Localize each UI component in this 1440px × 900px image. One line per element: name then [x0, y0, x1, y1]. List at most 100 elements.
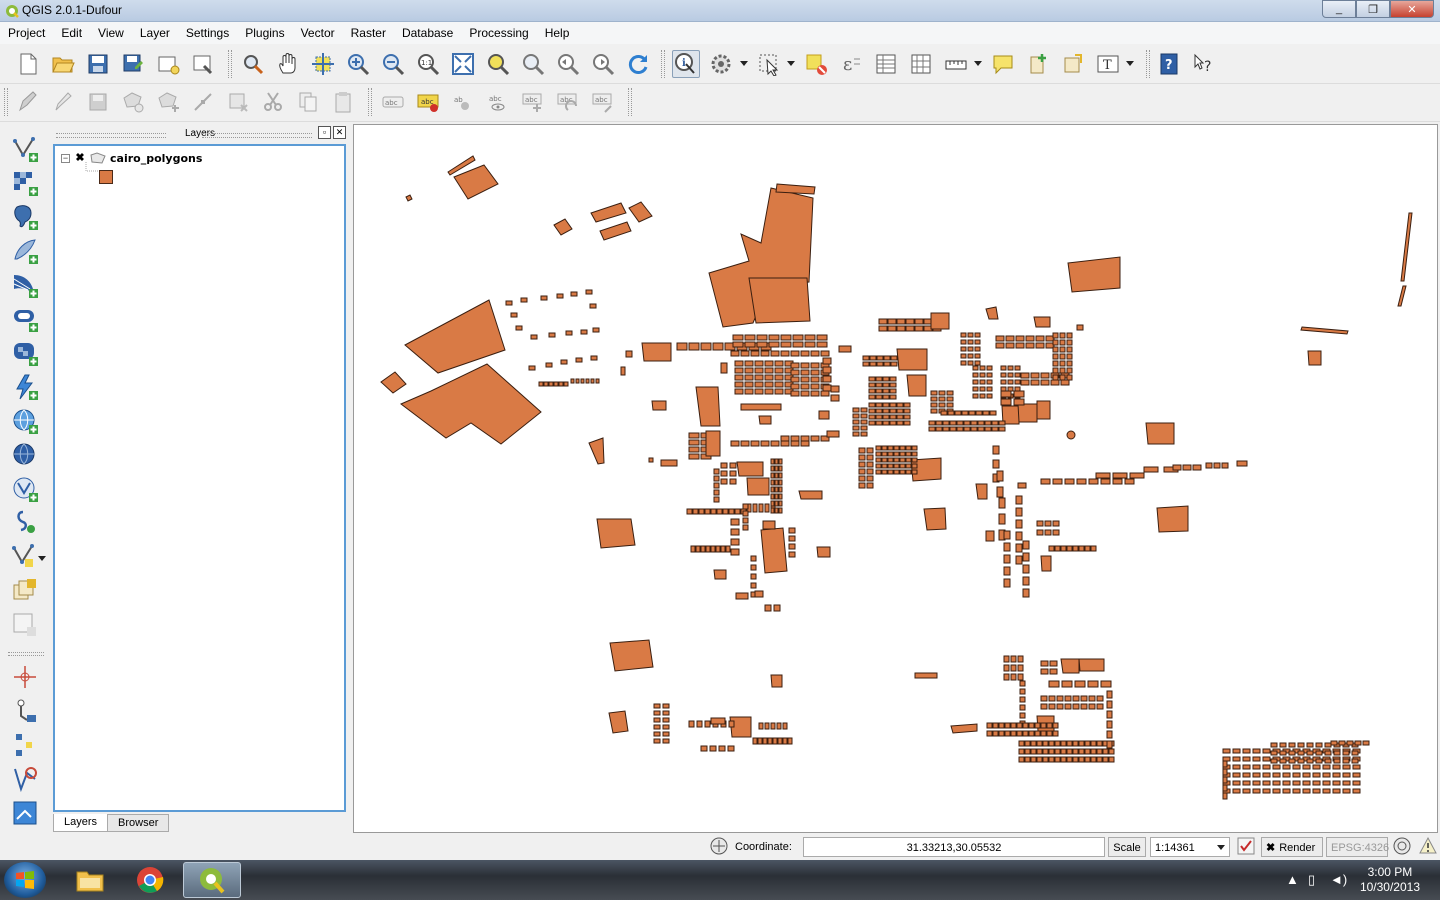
close-button[interactable]: ✕	[1390, 0, 1434, 18]
map-tips-icon[interactable]	[989, 50, 1017, 78]
system-clock[interactable]: 3:00 PM 10/30/2013	[1360, 865, 1420, 895]
zoom-in-icon[interactable]	[344, 50, 372, 78]
show-hide-labels-icon[interactable]: abc	[484, 88, 512, 116]
touch-zoom-icon[interactable]	[239, 50, 267, 78]
taskbar-qgis[interactable]	[183, 862, 241, 898]
warning-icon[interactable]	[1418, 836, 1440, 856]
add-virtual-layer-icon[interactable]	[10, 338, 40, 368]
add-raster-layer-icon[interactable]	[10, 168, 40, 198]
menu-edit[interactable]: Edit	[53, 22, 90, 44]
menu-view[interactable]: View	[90, 22, 132, 44]
new-print-composer-icon[interactable]	[154, 50, 182, 78]
select-dropdown-arrow-icon[interactable]	[787, 61, 795, 66]
tab-layers[interactable]: Layers	[53, 814, 109, 832]
layer-row[interactable]: − ✖ cairo_polygons	[61, 150, 202, 166]
label-settings-icon[interactable]: abc	[379, 88, 407, 116]
pan-to-selection-icon[interactable]	[309, 50, 337, 78]
cut-features-icon[interactable]	[259, 88, 287, 116]
zoom-to-layer-icon[interactable]	[519, 50, 547, 78]
change-label-icon[interactable]: abc	[589, 88, 617, 116]
add-mssql-layer-icon[interactable]	[10, 270, 40, 300]
zoom-to-selection-icon[interactable]	[484, 50, 512, 78]
pin-labels-icon[interactable]: ab	[449, 88, 477, 116]
spatial-query-icon[interactable]	[10, 798, 40, 828]
new-shapefile-layer-icon[interactable]	[10, 542, 40, 572]
current-edits-icon[interactable]	[14, 88, 42, 116]
menu-raster[interactable]: Raster	[343, 22, 394, 44]
measure-dropdown-arrow-icon[interactable]	[974, 61, 982, 66]
add-feature-icon[interactable]	[119, 88, 147, 116]
layer-tree[interactable]: − ✖ cairo_polygons	[53, 144, 346, 812]
georeferencer-icon[interactable]	[10, 662, 40, 692]
zoom-last-icon[interactable]	[554, 50, 582, 78]
node-tool-icon[interactable]	[189, 88, 217, 116]
zoom-full-icon[interactable]	[449, 50, 477, 78]
move-label-icon[interactable]: abc	[519, 88, 547, 116]
render-checkbox[interactable]: ✖ Render	[1261, 837, 1323, 857]
field-calculator-icon[interactable]: ε	[837, 50, 865, 78]
menu-settings[interactable]: Settings	[178, 22, 237, 44]
annotation-dropdown-arrow-icon[interactable]	[1126, 61, 1134, 66]
statistics-icon[interactable]	[907, 50, 935, 78]
map-features[interactable]	[354, 125, 1438, 833]
add-wms-tiles-icon[interactable]	[10, 576, 40, 606]
float-panel-button[interactable]: ▫	[318, 126, 331, 139]
whats-this-icon[interactable]: ?	[1190, 50, 1218, 78]
close-panel-button[interactable]: ✕	[333, 126, 346, 139]
attribute-table-icon[interactable]	[872, 50, 900, 78]
new-bookmark-icon[interactable]	[1024, 50, 1052, 78]
zoom-native-icon[interactable]: 1:1	[414, 50, 442, 78]
crs-globe-icon[interactable]	[1392, 836, 1414, 856]
new-project-icon[interactable]	[14, 50, 42, 78]
scale-dropdown-arrow-icon[interactable]	[1217, 845, 1225, 850]
save-project-icon[interactable]	[84, 50, 112, 78]
run-feature-action-icon[interactable]	[707, 50, 735, 78]
paste-features-icon[interactable]	[329, 88, 357, 116]
layer-labeling-icon[interactable]: abc	[414, 88, 442, 116]
collapse-toggle[interactable]: −	[61, 153, 70, 163]
save-as-icon[interactable]	[119, 50, 147, 78]
road-graph-icon[interactable]	[10, 764, 40, 794]
copy-features-icon[interactable]	[294, 88, 322, 116]
delete-selected-icon[interactable]	[224, 88, 252, 116]
stop-render-icon[interactable]	[1236, 836, 1258, 856]
new-layer-dropdown-arrow-icon[interactable]	[38, 556, 46, 561]
menu-vector[interactable]: Vector	[293, 22, 343, 44]
add-delimited-text-layer-icon[interactable]	[10, 474, 40, 504]
add-vector-layer-icon[interactable]	[10, 134, 40, 164]
add-oracle-layer-icon[interactable]	[10, 304, 40, 334]
composer-manager-icon[interactable]	[189, 50, 217, 78]
select-features-icon[interactable]	[755, 50, 783, 78]
layer-name-label[interactable]: cairo_polygons	[110, 152, 202, 165]
save-edits-icon[interactable]	[84, 88, 112, 116]
toggle-editing-icon[interactable]	[49, 88, 77, 116]
menu-processing[interactable]: Processing	[461, 22, 536, 44]
identify-features-icon[interactable]: i	[672, 50, 700, 78]
power-icon[interactable]: ▯	[1308, 872, 1315, 888]
add-wcs-layer-icon[interactable]	[10, 406, 40, 436]
add-gpx-layer-icon[interactable]	[10, 508, 40, 538]
volume-icon[interactable]: ◄)	[1330, 872, 1347, 887]
coordinate-field[interactable]: 31.33213,30.05532	[803, 837, 1105, 857]
taskbar-chrome[interactable]	[121, 862, 179, 898]
action-dropdown-arrow-icon[interactable]	[740, 61, 748, 66]
menu-help[interactable]: Help	[537, 22, 578, 44]
taskbar-explorer[interactable]	[61, 862, 119, 898]
add-wfs-layer-icon[interactable]	[10, 440, 40, 470]
layer-symbol-swatch[interactable]	[99, 170, 113, 184]
tab-browser[interactable]: Browser	[107, 814, 170, 832]
toggle-extents-icon[interactable]	[709, 836, 731, 856]
minimize-button[interactable]: _	[1322, 0, 1356, 18]
menu-project[interactable]: Project	[0, 22, 53, 44]
show-bookmarks-icon[interactable]	[1059, 50, 1087, 78]
menu-database[interactable]: Database	[394, 22, 461, 44]
menu-plugins[interactable]: Plugins	[237, 22, 292, 44]
map-canvas[interactable]	[353, 124, 1438, 833]
add-wms-layer-icon[interactable]	[10, 372, 40, 402]
add-spatialite-layer-icon[interactable]	[10, 236, 40, 266]
gps-tools-icon[interactable]	[10, 696, 40, 726]
menu-layer[interactable]: Layer	[132, 22, 178, 44]
show-hidden-icons-icon[interactable]: ▲	[1286, 872, 1299, 887]
start-button[interactable]	[4, 862, 46, 898]
maximize-button[interactable]: ❐	[1356, 0, 1390, 18]
